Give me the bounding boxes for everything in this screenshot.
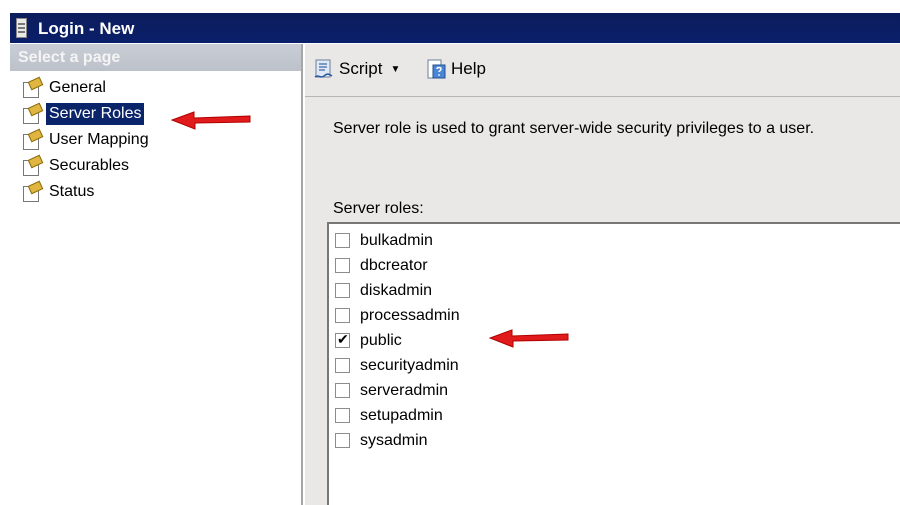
page-item-label: Status	[49, 183, 95, 200]
role-item-diskadmin[interactable]: diskadmin	[329, 278, 900, 303]
role-label: setupadmin	[360, 406, 443, 424]
page-item-user-mapping[interactable]: User Mapping	[10, 127, 301, 153]
toolbar: Script ▼ Help	[305, 44, 900, 97]
role-checkbox[interactable]	[335, 383, 350, 398]
page-wrench-icon	[20, 128, 44, 150]
page-item-label: Securables	[49, 157, 130, 174]
help-button[interactable]: Help	[425, 58, 486, 80]
role-label: dbcreator	[360, 256, 428, 274]
page-wrench-icon	[20, 154, 44, 176]
script-button[interactable]: Script ▼	[313, 58, 400, 80]
page-item-general[interactable]: General	[10, 75, 301, 101]
page-wrench-icon	[20, 76, 44, 98]
script-label: Script	[339, 59, 383, 78]
role-checkbox[interactable]	[335, 358, 350, 373]
role-checkbox[interactable]	[335, 433, 350, 448]
page-list: General Server Roles User Mapping Secura…	[10, 71, 301, 205]
help-icon	[425, 58, 447, 80]
page-item-securables[interactable]: Securables	[10, 153, 301, 179]
role-label: public	[360, 331, 402, 349]
page-item-server-roles[interactable]: Server Roles	[10, 101, 301, 127]
page-item-status[interactable]: Status	[10, 179, 301, 205]
role-label: processadmin	[360, 306, 460, 324]
role-item-public[interactable]: ✔ public	[329, 328, 900, 353]
window-icon	[16, 18, 27, 38]
page-item-label: General	[49, 79, 106, 96]
role-item-sysadmin[interactable]: sysadmin	[329, 428, 900, 453]
annotation-arrow-icon	[170, 111, 251, 130]
window-title: Login - New	[38, 19, 135, 38]
role-checkbox[interactable]	[335, 233, 350, 248]
page-selector-panel: Select a page General Server Roles User …	[10, 44, 303, 505]
role-item-serveradmin[interactable]: serveradmin	[329, 378, 900, 403]
script-icon	[313, 58, 335, 80]
role-item-dbcreator[interactable]: dbcreator	[329, 253, 900, 278]
role-checkbox[interactable]	[335, 408, 350, 423]
page-item-label: Server Roles	[46, 103, 145, 125]
role-label: securityadmin	[360, 356, 459, 374]
main-panel: Script ▼ Help Server role is used to gra…	[305, 44, 900, 505]
role-item-bulkadmin[interactable]: bulkadmin	[329, 228, 900, 253]
page-selector-header: Select a page	[10, 44, 301, 71]
help-label: Help	[451, 59, 486, 78]
role-item-securityadmin[interactable]: securityadmin	[329, 353, 900, 378]
role-checkbox[interactable]	[335, 308, 350, 323]
role-item-processadmin[interactable]: processadmin	[329, 303, 900, 328]
role-checkbox[interactable]	[335, 283, 350, 298]
role-item-setupadmin[interactable]: setupadmin	[329, 403, 900, 428]
page-wrench-icon	[20, 180, 44, 202]
page-item-label: User Mapping	[49, 131, 149, 148]
server-roles-label: Server roles:	[333, 200, 424, 217]
page-wrench-icon	[20, 102, 44, 124]
server-roles-list: bulkadmin dbcreator diskadmin processadm…	[327, 222, 900, 505]
annotation-arrow-icon	[488, 329, 569, 348]
checkmark-icon: ✔	[337, 331, 349, 347]
chevron-down-icon: ▼	[390, 63, 401, 75]
role-label: diskadmin	[360, 281, 433, 299]
role-checkbox[interactable]: ✔	[335, 331, 350, 348]
title-bar: Login - New	[10, 13, 900, 43]
role-label: sysadmin	[360, 431, 428, 449]
role-label: bulkadmin	[360, 231, 433, 249]
role-checkbox[interactable]	[335, 258, 350, 273]
role-label: serveradmin	[360, 381, 449, 399]
description-text: Server role is used to grant server-wide…	[333, 120, 815, 137]
